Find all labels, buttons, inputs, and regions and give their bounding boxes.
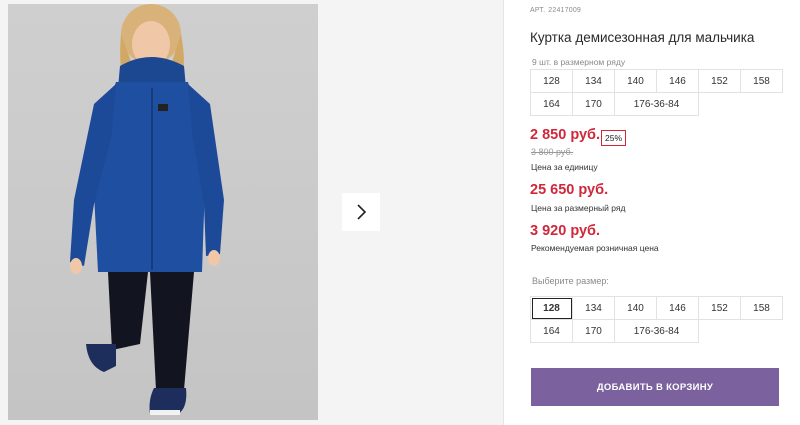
size-option[interactable]: 158 <box>741 297 783 320</box>
retail-price-label: Рекомендуемая розничная цена <box>531 243 659 253</box>
pack-size-cell: 176-36-84 <box>615 93 699 116</box>
pack-note: 9 шт. в размерном ряду <box>532 57 626 67</box>
product-info: АРТ. 22417009 Куртка демисезонная для мал… <box>530 0 790 425</box>
product-title: Куртка демисезонная для мальчика <box>530 30 755 45</box>
pack-size-grid: 128 134 140 146 152 158 164 170 176-36-8… <box>530 69 783 116</box>
product-sku: АРТ. 22417009 <box>530 7 581 14</box>
product-photo-illustration <box>70 4 224 415</box>
divider <box>503 0 504 425</box>
pack-price-label: Цена за размерный ряд <box>531 203 626 213</box>
pack-size-cell: 128 <box>531 70 573 93</box>
unit-price: 2 850 руб. <box>530 127 601 143</box>
size-option[interactable]: 152 <box>699 297 741 320</box>
chevron-right-icon <box>357 204 367 220</box>
unit-price-label: Цена за единицу <box>531 162 598 172</box>
pack-size-cell: 170 <box>573 93 615 116</box>
pack-size-cell: 146 <box>657 70 699 93</box>
size-option[interactable]: 146 <box>657 297 699 320</box>
sku-value: 22417009 <box>548 7 582 14</box>
size-selector: 128 134 140 146 152 158 164 170 176-36-8… <box>530 296 783 343</box>
retail-price: 3 920 руб. <box>530 223 601 239</box>
add-to-cart-button[interactable]: ДОБАВИТЬ В КОРЗИНУ <box>531 368 779 406</box>
size-option[interactable]: 140 <box>615 297 657 320</box>
size-option[interactable]: 134 <box>573 297 615 320</box>
size-option[interactable]: 170 <box>573 320 615 343</box>
product-gallery <box>0 0 503 425</box>
pack-size-cell: 164 <box>531 93 573 116</box>
sku-label: АРТ. <box>530 7 546 14</box>
old-price: 3 800 руб. <box>531 147 574 157</box>
product-photo[interactable] <box>8 4 318 420</box>
gallery-next-button[interactable] <box>342 193 380 231</box>
size-option[interactable]: 164 <box>531 320 573 343</box>
pack-price: 25 650 руб. <box>530 182 609 198</box>
discount-badge: 25% <box>601 130 627 146</box>
pack-size-cell: 158 <box>741 70 783 93</box>
size-option[interactable]: 176-36-84 <box>615 320 699 343</box>
size-option-selected[interactable]: 128 <box>531 297 573 320</box>
pack-size-cell: 134 <box>573 70 615 93</box>
pack-size-cell: 152 <box>699 70 741 93</box>
size-selector-label: Выберите размер: <box>532 276 609 286</box>
pack-size-cell: 140 <box>615 70 657 93</box>
